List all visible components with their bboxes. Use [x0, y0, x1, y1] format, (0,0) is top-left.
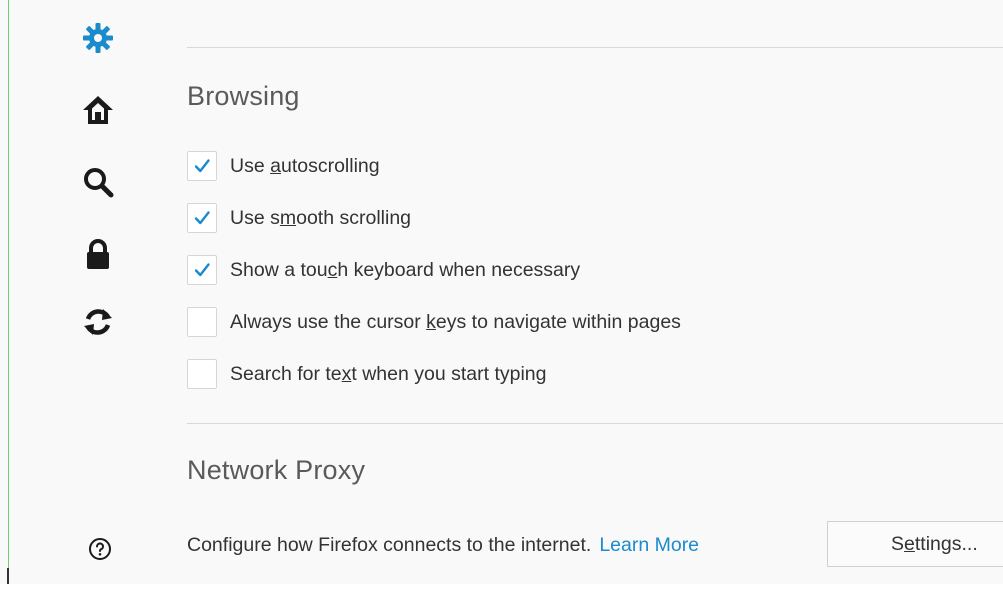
proxy-row: Configure how Firefox connects to the in… [187, 529, 699, 561]
option-touch-keyboard[interactable]: Show a touch keyboard when necessary [187, 253, 580, 287]
lock-icon [87, 239, 109, 269]
sidebar-item-search[interactable] [78, 162, 118, 202]
checkbox-smooth-scrolling[interactable] [187, 203, 217, 233]
help-circle-icon [89, 538, 111, 560]
checkmark-icon [194, 263, 210, 277]
search-icon [84, 168, 114, 198]
section-title-network-proxy: Network Proxy [187, 455, 366, 485]
sidebar-item-privacy[interactable] [78, 234, 118, 274]
checkbox-autoscrolling[interactable] [187, 151, 217, 181]
gear-icon [83, 23, 113, 53]
home-icon [83, 96, 113, 124]
option-label: Always use the cursor keys to navigate w… [230, 310, 681, 333]
bottom-strip [0, 584, 1003, 590]
settings-button-label: Settings... [891, 532, 978, 555]
option-label: Use autoscrolling [230, 154, 380, 177]
sidebar-item-sync[interactable] [78, 302, 118, 342]
option-smooth-scrolling[interactable]: Use smooth scrolling [187, 201, 411, 235]
option-label: Use smooth scrolling [230, 206, 412, 229]
divider-middle [187, 423, 1003, 424]
window-edge [8, 0, 9, 568]
option-cursor-keys[interactable]: Always use the cursor keys to navigate w… [187, 305, 681, 339]
section-title-browsing: Browsing [187, 81, 300, 111]
learn-more-link[interactable]: Learn More [599, 534, 699, 557]
checkbox-touch-keyboard[interactable] [187, 255, 217, 285]
sidebar-item-general[interactable] [78, 18, 118, 58]
divider-top [187, 47, 1003, 48]
sync-icon [84, 309, 112, 335]
checkmark-icon [194, 211, 210, 225]
option-label: Search for text when you start typing [230, 362, 547, 385]
checkbox-search-for-text[interactable] [187, 359, 217, 389]
option-label: Show a touch keyboard when necessary [230, 258, 581, 281]
proxy-settings-button[interactable]: Settings... [827, 521, 1003, 567]
option-search-for-text[interactable]: Search for text when you start typing [187, 357, 547, 391]
sidebar-item-home[interactable] [78, 90, 118, 130]
window-edge-marker [7, 568, 9, 584]
option-autoscrolling[interactable]: Use autoscrolling [187, 149, 380, 183]
sidebar-item-help[interactable] [88, 537, 112, 561]
proxy-description: Configure how Firefox connects to the in… [187, 533, 592, 556]
checkmark-icon [194, 159, 210, 173]
checkbox-cursor-keys[interactable] [187, 307, 217, 337]
